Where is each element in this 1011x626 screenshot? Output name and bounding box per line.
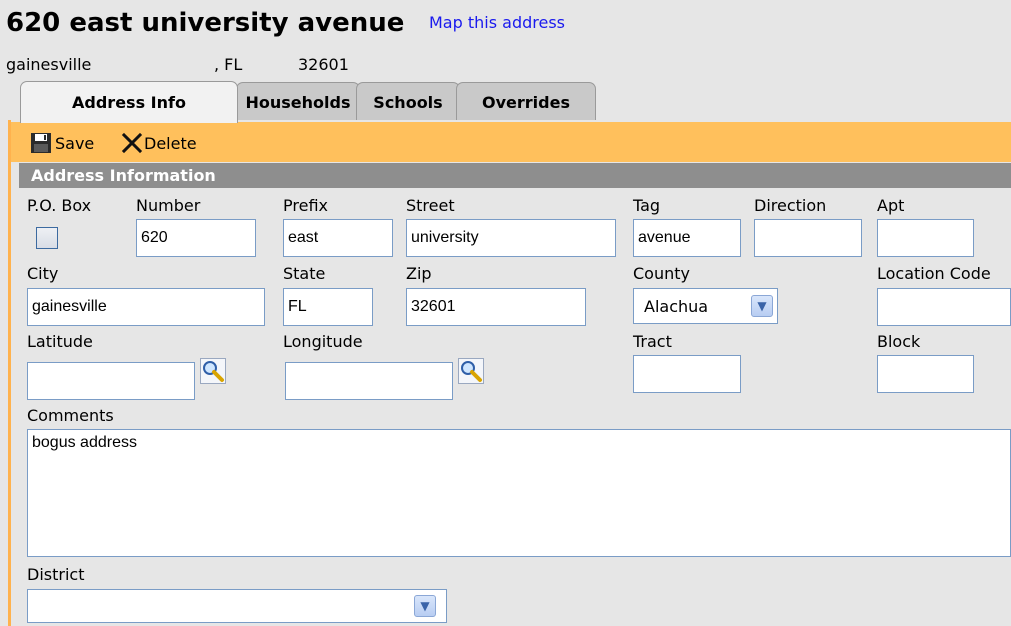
section-header: Address Information xyxy=(19,163,1011,188)
number-label: Number xyxy=(136,196,201,215)
tab-address-info[interactable]: Address Info xyxy=(20,81,238,123)
longitude-lookup-magnifier-icon[interactable] xyxy=(458,358,484,384)
zip-input[interactable] xyxy=(406,288,586,326)
block-label: Block xyxy=(877,332,921,351)
floppy-disk-icon xyxy=(31,133,51,153)
tract-input[interactable] xyxy=(633,355,741,393)
map-address-link[interactable]: Map this address xyxy=(429,13,565,32)
po-box-checkbox[interactable] xyxy=(36,227,58,249)
latitude-input[interactable] xyxy=(27,362,195,400)
x-icon xyxy=(121,132,143,154)
tab-address-info-label: Address Info xyxy=(72,93,186,112)
longitude-input[interactable] xyxy=(285,362,453,400)
location-code-input[interactable] xyxy=(877,288,1011,326)
district-chevron-down-icon[interactable]: ▼ xyxy=(414,595,436,617)
header-zip: 32601 xyxy=(298,55,349,74)
direction-label: Direction xyxy=(754,196,827,215)
district-label: District xyxy=(27,565,85,584)
street-input[interactable] xyxy=(406,219,616,257)
prefix-label: Prefix xyxy=(283,196,328,215)
longitude-label: Longitude xyxy=(283,332,363,351)
city-input[interactable] xyxy=(27,288,265,326)
street-label: Street xyxy=(406,196,455,215)
latitude-label: Latitude xyxy=(27,332,93,351)
block-input[interactable] xyxy=(877,355,974,393)
page-title: 620 east university avenue xyxy=(6,8,405,38)
state-input[interactable] xyxy=(283,288,373,326)
tab-schools[interactable]: Schools xyxy=(356,82,460,122)
district-select[interactable] xyxy=(27,589,447,623)
state-label: State xyxy=(283,264,326,283)
header-city: gainesville xyxy=(6,55,92,74)
apt-input[interactable] xyxy=(877,219,974,257)
delete-button[interactable]: Delete xyxy=(121,131,197,155)
tag-input[interactable] xyxy=(633,219,741,257)
delete-label: Delete xyxy=(144,133,197,153)
location-code-label: Location Code xyxy=(877,264,991,283)
tab-schools-label: Schools xyxy=(373,93,443,112)
apt-label: Apt xyxy=(877,196,905,215)
number-input[interactable] xyxy=(136,219,256,257)
county-label: County xyxy=(633,264,690,283)
save-button[interactable]: Save xyxy=(30,131,94,155)
chevron-down-icon[interactable]: ▼ xyxy=(751,295,773,317)
latitude-lookup-magnifier-icon[interactable] xyxy=(200,358,226,384)
header-state: , FL xyxy=(214,55,243,74)
prefix-input[interactable] xyxy=(283,219,393,257)
po-box-label: P.O. Box xyxy=(27,196,92,215)
tab-households-label: Households xyxy=(245,93,351,112)
comments-label: Comments xyxy=(27,406,114,425)
county-select-value: Alachua xyxy=(644,296,709,316)
comments-textarea[interactable]: bogus address xyxy=(27,429,1011,557)
city-label: City xyxy=(27,264,59,283)
tract-label: Tract xyxy=(633,332,672,351)
direction-input[interactable] xyxy=(754,219,862,257)
zip-label: Zip xyxy=(406,264,432,283)
tab-overrides-label: Overrides xyxy=(482,93,570,112)
tab-overrides[interactable]: Overrides xyxy=(456,82,596,122)
frame-border xyxy=(8,120,11,626)
save-label: Save xyxy=(55,133,95,153)
tag-label: Tag xyxy=(633,196,661,215)
tab-households[interactable]: Households xyxy=(236,82,360,122)
